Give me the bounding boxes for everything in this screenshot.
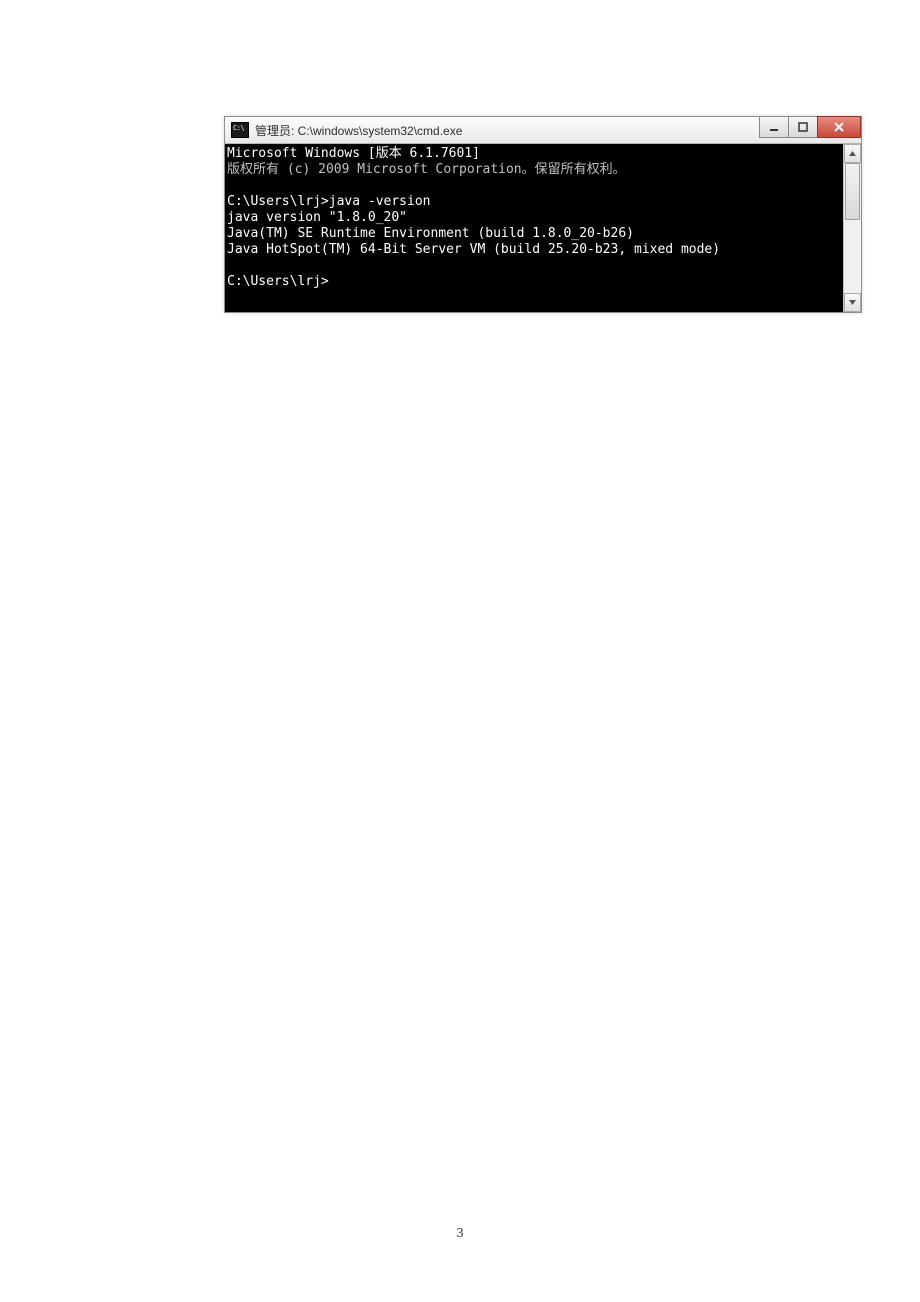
terminal-area: Microsoft Windows [版本 6.1.7601] 版权所有 (c)…	[225, 144, 861, 312]
page-number: 3	[0, 1226, 920, 1242]
window-controls	[760, 116, 861, 136]
scroll-up-button[interactable]	[844, 144, 861, 163]
window-title: 管理员: C:\windows\system32\cmd.exe	[255, 122, 462, 139]
terminal-line: C:\Users\lrj>	[227, 274, 329, 289]
terminal-line: Java HotSpot(TM) 64-Bit Server VM (build…	[227, 242, 720, 257]
cmd-window: 管理员: C:\windows\system32\cmd.exe Microso…	[224, 116, 862, 313]
scroll-down-button[interactable]	[844, 293, 861, 312]
titlebar[interactable]: 管理员: C:\windows\system32\cmd.exe	[225, 117, 861, 144]
minimize-icon	[769, 122, 779, 132]
terminal-line: C:\Users\lrj>java -version	[227, 194, 431, 209]
cmd-icon	[231, 122, 249, 138]
maximize-icon	[798, 122, 808, 132]
scrollbar[interactable]	[843, 144, 861, 312]
document-page: 管理员: C:\windows\system32\cmd.exe Microso…	[0, 0, 920, 1302]
minimize-button[interactable]	[759, 116, 789, 138]
maximize-button[interactable]	[788, 116, 818, 138]
terminal-line: Microsoft Windows [版本 6.1.7601]	[227, 146, 480, 161]
chevron-down-icon	[848, 298, 857, 307]
scroll-thumb[interactable]	[845, 163, 860, 220]
close-button[interactable]	[817, 116, 861, 138]
terminal-line: java version "1.8.0_20"	[227, 210, 407, 225]
terminal-output[interactable]: Microsoft Windows [版本 6.1.7601] 版权所有 (c)…	[225, 144, 843, 312]
terminal-line: 版权所有 (c) 2009 Microsoft Corporation。保留所有…	[227, 162, 626, 177]
terminal-line: Java(TM) SE Runtime Environment (build 1…	[227, 226, 634, 241]
chevron-up-icon	[848, 149, 857, 158]
scroll-track[interactable]	[844, 163, 861, 293]
close-icon	[833, 122, 845, 132]
